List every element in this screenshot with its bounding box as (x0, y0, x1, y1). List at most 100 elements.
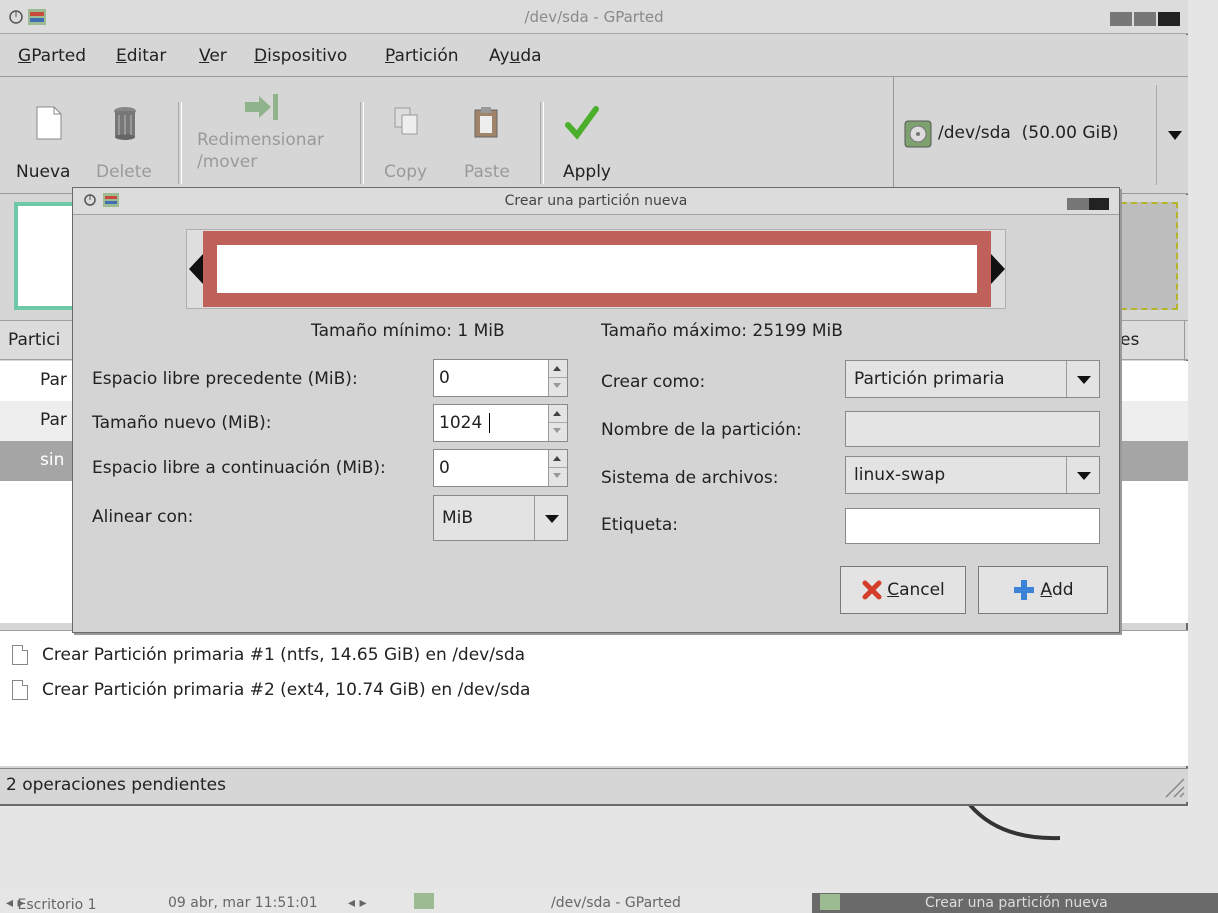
create-as-label: Crear como: (601, 372, 706, 392)
paste-icon (474, 107, 498, 138)
free-after-spinner[interactable]: 0 (433, 449, 568, 487)
task-active[interactable]: Crear una partición nueva (812, 893, 1218, 913)
main-titlebar[interactable]: /dev/sda - GParted (0, 0, 1188, 34)
resize-arrow-icon (245, 94, 278, 120)
paste-button[interactable]: Paste (464, 105, 510, 182)
list-item[interactable]: Crear Partición primaria #2 (ext4, 10.74… (12, 680, 530, 700)
resize-grip-icon[interactable] (1160, 773, 1186, 799)
taskbar: ◂ Escritorio 1 ▸ 09 abr, mar 11:51:01 ◂ … (0, 893, 1218, 913)
new-button[interactable]: Nueva (16, 105, 70, 182)
list-item[interactable]: Crear Partición primaria #1 (ntfs, 14.65… (12, 645, 525, 665)
copy-button[interactable]: Copy (384, 105, 427, 182)
delete-icon (114, 107, 136, 140)
status-bar: 2 operaciones pendientes (0, 768, 1188, 802)
device-selector[interactable]: /dev/sda (50.00 GiB) (893, 77, 1188, 194)
spin-up-icon[interactable] (553, 411, 561, 416)
spin-down-icon[interactable] (553, 473, 561, 478)
device-label: /dev/sda (50.00 GiB) (938, 123, 1119, 143)
new-file-icon (36, 106, 62, 140)
chevron-down-icon[interactable] (1066, 361, 1099, 397)
add-button[interactable]: Add (978, 566, 1108, 614)
spinner-arrows[interactable] (548, 405, 567, 441)
partition-map-block[interactable] (14, 202, 80, 310)
align-combo[interactable]: MiB (433, 495, 568, 541)
column-partition[interactable]: Partici (8, 330, 60, 350)
min-size-label: Tamaño mínimo: 1 MiB (311, 321, 505, 341)
chevron-down-icon[interactable] (1066, 457, 1099, 493)
minimize-icon[interactable] (1110, 12, 1132, 26)
operation-icon (12, 680, 28, 700)
create-as-combo[interactable]: Partición primaria (845, 360, 1100, 398)
column-flags[interactable]: es (1120, 330, 1139, 350)
spin-up-icon[interactable] (553, 366, 561, 371)
add-plus-icon (1014, 580, 1035, 600)
delete-button[interactable]: Delete (96, 105, 152, 182)
dialog-title: Crear una partición nueva (504, 193, 688, 209)
text-cursor (489, 413, 490, 433)
free-before-label: Espacio libre precedente (MiB): (92, 369, 358, 389)
chevron-down-icon[interactable] (534, 496, 567, 540)
task-dialog-icon (820, 894, 840, 910)
header-divider (1184, 321, 1185, 361)
resize-move-button[interactable]: Redimensionar /mover (197, 92, 324, 173)
main-window-title: /dev/sda - GParted (524, 8, 664, 26)
partition-size-slider[interactable] (186, 229, 1006, 309)
desktop-switcher[interactable]: ◂ Escritorio 1 ▸ (6, 895, 97, 913)
align-label: Alinear con: (92, 507, 194, 527)
toolbar-separator (360, 102, 364, 184)
max-size-label: Tamaño máximo: 25199 MiB (601, 321, 843, 341)
task-nav-arrows[interactable]: ◂ ▸ (348, 895, 367, 911)
menu-particion[interactable]: Partición (385, 46, 459, 66)
toolbar-separator (178, 102, 182, 184)
task-gparted-icon (414, 893, 434, 909)
label-field[interactable] (845, 508, 1100, 544)
device-divider (1156, 85, 1157, 185)
spin-down-icon[interactable] (553, 428, 561, 433)
free-before-spinner[interactable]: 0 (433, 359, 568, 397)
right-resize-handle-icon[interactable] (991, 254, 1005, 284)
close-icon[interactable] (1089, 198, 1109, 210)
partition-name-label: Nombre de la partición: (601, 420, 802, 440)
partition-name-field[interactable] (845, 411, 1100, 447)
minimize-icon[interactable] (1067, 198, 1089, 210)
dialog-window-controls[interactable] (1067, 195, 1109, 210)
spinner-arrows[interactable] (548, 360, 567, 396)
menu-bar: GParted Editar Ver Dispositivo Partición… (0, 35, 1188, 77)
cancel-x-icon (862, 580, 882, 600)
spin-up-icon[interactable] (553, 456, 561, 461)
window-controls[interactable] (1110, 11, 1182, 27)
menu-editar[interactable]: Editar (116, 46, 166, 66)
left-resize-handle-icon[interactable] (189, 254, 203, 284)
filesystem-label: Sistema de archivos: (601, 468, 779, 488)
filesystem-combo[interactable]: linux-swap (845, 456, 1100, 494)
menu-dispositivo[interactable]: Dispositivo (254, 46, 347, 66)
task-gparted[interactable]: /dev/sda - GParted (551, 895, 681, 911)
disk-icon (904, 120, 932, 148)
spin-down-icon[interactable] (553, 383, 561, 388)
new-size-spinner[interactable]: 1024 (433, 404, 568, 442)
pending-operations-list: Crear Partición primaria #1 (ntfs, 14.65… (0, 630, 1188, 766)
toolbar: Nueva Delete Redimensionar /mover Copy P… (0, 77, 892, 194)
apply-check-icon (565, 106, 599, 140)
apply-button[interactable]: Apply (563, 105, 611, 182)
close-icon[interactable] (1158, 12, 1180, 26)
dialog-titlebar[interactable]: Crear una partición nueva (73, 188, 1119, 215)
status-text: 2 operaciones pendientes (6, 775, 226, 795)
clock: 09 abr, mar 11:51:01 (168, 895, 318, 911)
cancel-button[interactable]: Cancel (840, 566, 966, 614)
menu-gparted[interactable]: GParted (18, 46, 86, 66)
chevron-down-icon[interactable] (1168, 131, 1182, 141)
new-size-label: Tamaño nuevo (MiB): (92, 413, 272, 433)
menu-ver[interactable]: Ver (199, 46, 227, 66)
operation-icon (12, 645, 28, 665)
maximize-icon[interactable] (1134, 12, 1156, 26)
label-label: Etiqueta: (601, 515, 678, 535)
free-after-label: Espacio libre a continuación (MiB): (92, 458, 386, 478)
toolbar-separator (540, 102, 544, 184)
spinner-arrows[interactable] (548, 450, 567, 486)
create-partition-dialog: Crear una partición nueva Tamaño mínimo:… (72, 187, 1120, 633)
partition-bar-fill (217, 245, 977, 293)
menu-ayuda[interactable]: Ayuda (489, 46, 542, 66)
copy-icon (394, 107, 418, 135)
partition-bar[interactable] (203, 231, 991, 307)
